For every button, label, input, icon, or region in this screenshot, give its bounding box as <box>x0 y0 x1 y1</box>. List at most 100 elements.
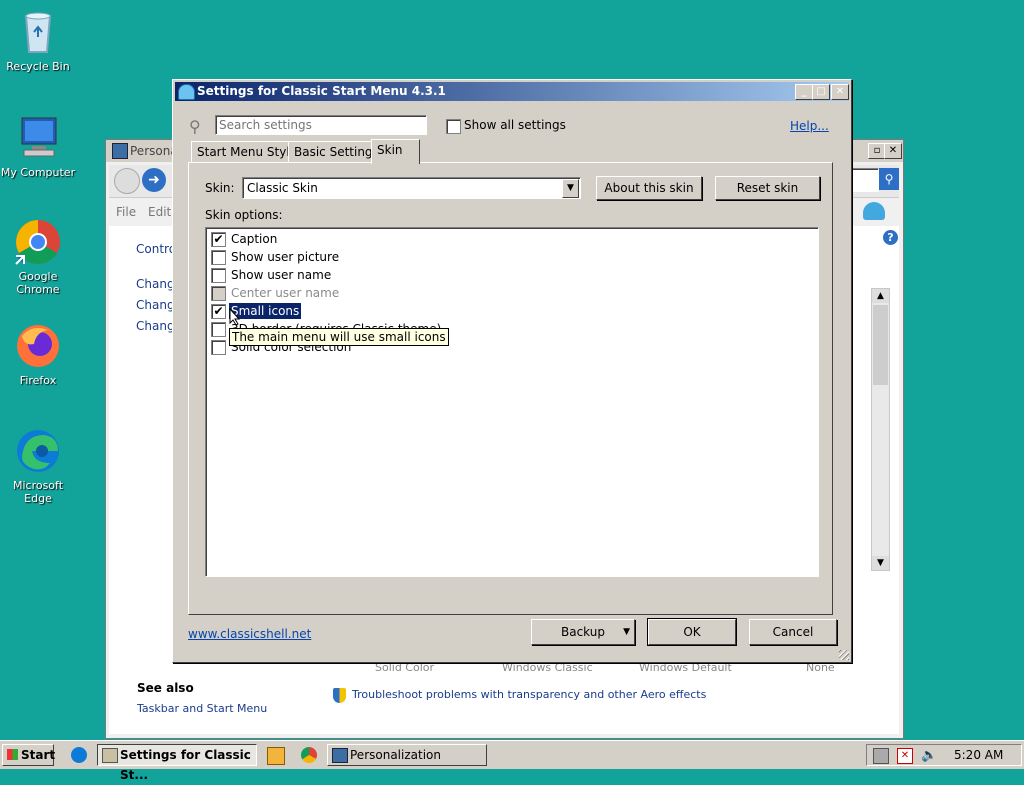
window-icon <box>332 748 348 763</box>
chrome-icon <box>14 218 62 266</box>
close-button[interactable]: ✕ <box>831 84 849 100</box>
shield-icon <box>333 688 346 703</box>
theme-list-scrollbar[interactable]: ▲ ▼ <box>871 288 890 571</box>
see-also-heading: See also <box>137 681 194 695</box>
chevron-down-icon[interactable]: ▼ <box>562 179 579 198</box>
desktop-icon-recycle-bin[interactable]: Recycle Bin <box>0 8 76 73</box>
tab-label: Skin <box>377 143 403 157</box>
edge-icon <box>14 427 62 475</box>
website-link[interactable]: www.classicshell.net <box>188 627 311 641</box>
menu-file[interactable]: File <box>116 205 136 219</box>
desktop-icon-label: Recycle Bin <box>6 60 70 73</box>
reset-skin-button[interactable]: Reset skin <box>715 176 820 200</box>
taskbar: Start Settings for Classic St... Persona… <box>0 740 1024 782</box>
search-icon[interactable]: ⚲ <box>879 168 899 190</box>
skin-label: Skin: <box>205 181 235 195</box>
windows-logo-icon <box>7 749 18 760</box>
option-label: Show user picture <box>231 250 340 264</box>
start-button[interactable]: Start <box>2 744 56 766</box>
menu-edit[interactable]: Edit <box>148 205 171 219</box>
volume-icon[interactable]: 🔈 <box>921 748 937 763</box>
maximize-button[interactable]: □ <box>812 84 830 100</box>
show-user-name-checkbox[interactable] <box>211 268 226 283</box>
3d-border-checkbox[interactable] <box>211 322 226 337</box>
desktop-icon-label: Google Chrome <box>16 270 60 296</box>
close-button[interactable]: ✕ <box>884 143 902 159</box>
clock[interactable]: 5:20 AM <box>954 748 1003 762</box>
tab-label: Start Menu Style <box>197 145 298 159</box>
skin-dropdown-value: Classic Skin <box>247 181 318 195</box>
help-link[interactable]: Help... <box>790 119 829 133</box>
taskbar-task-personalization[interactable]: Personalization <box>327 744 487 766</box>
tooltip: The main menu will use small icons <box>229 328 449 346</box>
show-all-settings-label: Show all settings <box>464 118 566 132</box>
system-tray: ✕ 🔈 5:20 AM <box>866 744 1022 766</box>
skin-options-label: Skin options: <box>205 208 283 222</box>
tab-label: Basic Settings <box>294 145 379 159</box>
scroll-up-arrow-icon[interactable]: ▲ <box>872 289 889 303</box>
recycle-bin-icon <box>14 8 62 56</box>
list-item-caption[interactable]: ✔ Caption <box>209 230 509 248</box>
ok-button[interactable]: OK <box>647 618 737 646</box>
show-user-picture-checkbox[interactable] <box>211 250 226 265</box>
help-icon[interactable]: ? <box>883 230 898 245</box>
chrome-icon[interactable] <box>301 747 317 763</box>
computer-icon <box>14 114 62 162</box>
task-label: Personalization <box>350 748 441 762</box>
forward-arrow-icon[interactable]: ➜ <box>142 168 166 192</box>
desktop-icon-my-computer[interactable]: My Computer <box>0 114 76 179</box>
list-item-show-user-name[interactable]: Show user name <box>209 266 509 284</box>
start-label: Start <box>21 748 56 762</box>
tab-skin[interactable]: Skin <box>371 139 420 164</box>
settings-dialog[interactable]: Settings for Classic Start Menu 4.3.1 _ … <box>172 79 852 663</box>
center-user-name-checkbox[interactable] <box>211 286 226 301</box>
skin-dropdown[interactable]: Classic Skin ▼ <box>242 177 581 199</box>
small-icons-checkbox[interactable]: ✔ <box>211 304 226 319</box>
list-item-small-icons[interactable]: ✔ Small icons <box>209 302 509 320</box>
caption-checkbox[interactable]: ✔ <box>211 232 226 247</box>
shell-icon <box>863 202 885 220</box>
desktop-icon-edge[interactable]: Microsoft Edge <box>0 427 76 505</box>
resize-grip-icon[interactable] <box>839 650 849 660</box>
list-item-center-user-name[interactable]: Center user name <box>209 284 509 302</box>
troubleshoot-link[interactable]: Troubleshoot problems with transparency … <box>352 688 706 701</box>
option-label: Center user name <box>231 286 340 300</box>
back-arrow-icon[interactable] <box>114 168 140 194</box>
firefox-icon <box>14 322 62 370</box>
tab-start-menu-style[interactable]: Start Menu Style <box>191 141 304 163</box>
search-icon: ⚲ <box>189 117 201 136</box>
security-alert-icon[interactable]: ✕ <box>897 748 913 764</box>
shell-icon <box>178 84 195 100</box>
window-icon <box>112 143 128 159</box>
scroll-thumb[interactable] <box>873 305 888 385</box>
tab-panel: Skin: Classic Skin ▼ About this skin Res… <box>188 162 833 615</box>
about-skin-button[interactable]: About this skin <box>596 176 702 200</box>
media-player-icon[interactable] <box>267 747 285 765</box>
solid-color-selection-checkbox[interactable] <box>211 340 226 355</box>
taskbar-start-menu-link[interactable]: Taskbar and Start Menu <box>137 702 267 715</box>
option-label: Show user name <box>231 268 332 282</box>
scroll-down-arrow-icon[interactable]: ▼ <box>872 556 889 570</box>
skin-options-list[interactable]: ✔ Caption Show user picture Show user na… <box>205 227 819 577</box>
search-settings-input[interactable] <box>215 115 427 135</box>
search-box[interactable] <box>851 168 879 192</box>
desktop-icon-label: My Computer <box>0 166 76 179</box>
backup-button-label: Backup <box>561 625 605 639</box>
taskbar-task-settings[interactable]: Settings for Classic St... <box>97 744 257 782</box>
minimize-button[interactable]: _ <box>795 84 813 100</box>
option-label: Caption <box>231 232 278 246</box>
show-all-settings-checkbox[interactable] <box>446 119 461 134</box>
dialog-titlebar[interactable]: Settings for Classic Start Menu 4.3.1 _ … <box>175 82 849 101</box>
window-icon <box>102 748 118 763</box>
edge-icon[interactable] <box>71 747 87 763</box>
cancel-button[interactable]: Cancel <box>749 619 837 645</box>
desktop-icon-chrome[interactable]: Google Chrome <box>0 218 76 296</box>
list-item-show-user-picture[interactable]: Show user picture <box>209 248 509 266</box>
window-title: Persona <box>130 144 178 158</box>
backup-button[interactable]: Backup ▼ <box>531 619 635 645</box>
network-icon[interactable] <box>873 748 889 764</box>
task-label: Settings for Classic St... <box>120 748 251 782</box>
dropdown-arrow-icon: ▼ <box>623 627 630 637</box>
desktop-icon-firefox[interactable]: Firefox <box>0 322 76 387</box>
dialog-title: Settings for Classic Start Menu 4.3.1 <box>197 84 446 98</box>
